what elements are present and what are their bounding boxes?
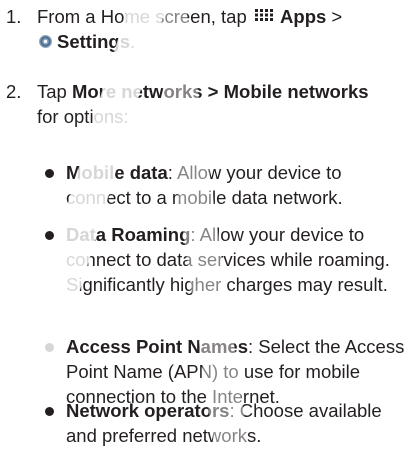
menu-separator: > xyxy=(207,81,219,102)
option-term: Access Point Names xyxy=(66,336,249,357)
option-term: Mobile data xyxy=(66,162,168,183)
menu-separator: > xyxy=(331,6,343,27)
step-2-outro: for options: xyxy=(37,106,129,127)
mobile-networks-label: Mobile networks xyxy=(223,81,369,102)
settings-label: Settings xyxy=(57,31,130,52)
step-1-intro: From a Home screen, tap xyxy=(37,6,247,27)
more-networks-label: More networks xyxy=(71,81,203,102)
step-1-period: . xyxy=(129,31,136,52)
option-term: Network operators xyxy=(66,400,230,421)
step-number: 2. xyxy=(6,81,22,102)
apps-grid-icon xyxy=(254,9,273,21)
step-2-intro: Tap xyxy=(37,81,67,102)
settings-gear-icon xyxy=(39,35,52,48)
option-term: Data Roaming xyxy=(66,224,191,245)
bullet-icon xyxy=(45,231,54,240)
bullet-icon xyxy=(45,407,54,416)
apps-label: Apps xyxy=(280,6,327,27)
step-number: 1. xyxy=(6,6,22,27)
step-1-text: From a Home screen, tap Apps > Settings. xyxy=(37,4,414,54)
step-2-text: Tap More networks > Mobile networks for … xyxy=(37,79,414,129)
bullet-icon xyxy=(45,343,54,352)
bullet-icon xyxy=(45,169,54,178)
